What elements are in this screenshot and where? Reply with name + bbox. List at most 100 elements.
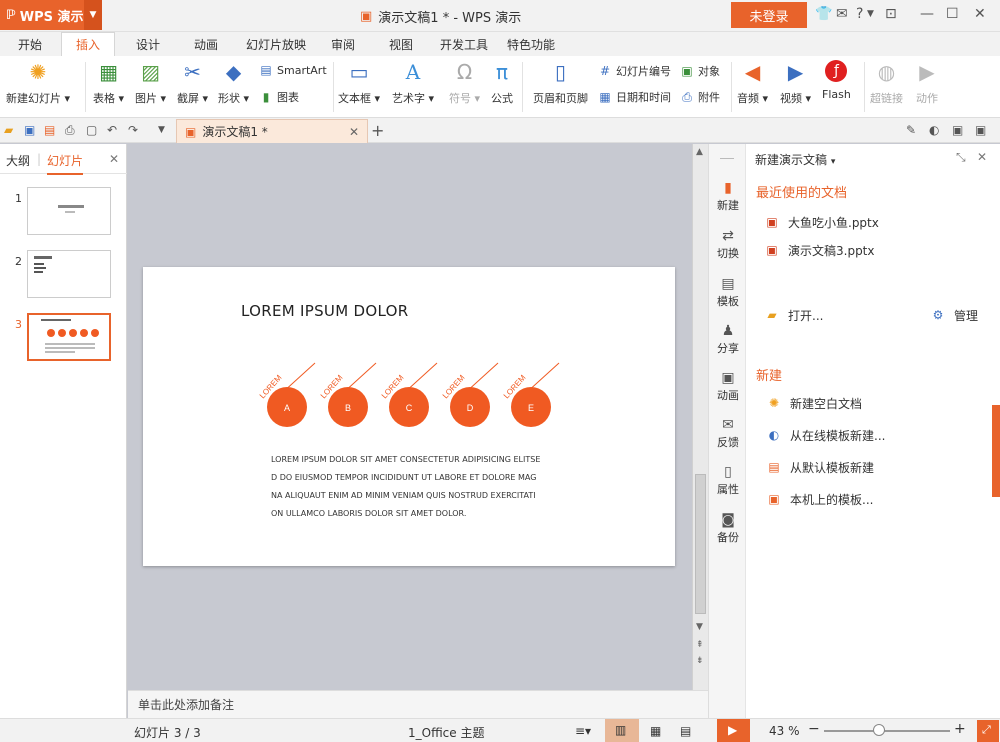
- slide-title[interactable]: LOREM IPSUM DOLOR: [241, 302, 408, 320]
- scroll-thumb[interactable]: [695, 474, 706, 614]
- circle-group-d[interactable]: D LOREM: [441, 362, 499, 427]
- zoom-out-icon[interactable]: −: [808, 721, 820, 737]
- skin-icon[interactable]: 👕: [815, 6, 832, 22]
- redo-icon[interactable]: ↷: [128, 123, 138, 137]
- zoom-level[interactable]: 43 %: [769, 724, 800, 738]
- task-pane-header[interactable]: 新建演示文稿 ▾: [755, 151, 835, 168]
- slide-thumbnail-2[interactable]: [27, 250, 111, 298]
- video-button[interactable]: ▶ 视频 ▾: [780, 56, 811, 106]
- side-nav-template[interactable]: ▤ 模板: [709, 276, 747, 309]
- new-from-online-template[interactable]: ◐ 从在线模板新建...: [766, 426, 886, 444]
- notes-pane[interactable]: 单击此处添加备注: [128, 690, 708, 718]
- theme-name[interactable]: 1_Office 主题: [408, 724, 484, 741]
- picture-button[interactable]: ▨ 图片 ▾: [135, 56, 166, 106]
- tool3-icon[interactable]: ▣: [952, 123, 963, 137]
- reading-view-icon[interactable]: ▤: [680, 724, 691, 738]
- new-from-default-template[interactable]: ▤ 从默认模板新建: [766, 458, 874, 476]
- tab-slideshow[interactable]: 幻灯片放映: [246, 36, 306, 53]
- formula-button[interactable]: π 公式: [490, 56, 514, 106]
- screenshot-button[interactable]: ✂ 截屏 ▾: [177, 56, 208, 106]
- chart-button[interactable]: ▮ 图表: [259, 89, 299, 105]
- wordart-button[interactable]: A 艺术字 ▾: [392, 56, 434, 106]
- slide-number-button[interactable]: # 幻灯片编号: [598, 63, 671, 79]
- next-slide-icon[interactable]: ⇟: [696, 656, 704, 666]
- side-nav-backup[interactable]: ◙ 备份: [709, 512, 747, 545]
- header-footer-button[interactable]: ▯ 页眉和页脚: [533, 56, 588, 106]
- shapes-button[interactable]: ◆ 形状 ▾: [218, 56, 249, 106]
- circles-graphic[interactable]: A LOREM B LOREM C LOREM D LOREM E LOREM: [243, 355, 573, 431]
- hyperlink-button[interactable]: ◍ 超链接: [870, 56, 903, 106]
- save-icon[interactable]: ▣: [24, 123, 35, 137]
- tab-developer[interactable]: 开发工具: [440, 36, 488, 53]
- textbox-button[interactable]: ▭ 文本框 ▾: [338, 56, 380, 106]
- tab-insert[interactable]: 插入: [61, 32, 115, 56]
- slide-thumbnail-3[interactable]: [27, 313, 111, 361]
- flash-button[interactable]: ƒ Flash: [822, 56, 851, 101]
- side-nav-share[interactable]: ♟ 分享: [709, 323, 747, 356]
- new-tab-plus-icon[interactable]: +: [371, 121, 384, 140]
- tab-review[interactable]: 审阅: [331, 36, 355, 53]
- slide[interactable]: LOREM IPSUM DOLOR A LOREM B LOREM C LORE…: [143, 267, 675, 566]
- notes-toggle-icon[interactable]: ≡▾: [575, 724, 591, 738]
- print-preview-icon[interactable]: ▢: [86, 123, 97, 137]
- app-menu-button[interactable]: ℙ WPS 演示 ▼: [0, 0, 102, 30]
- date-time-button[interactable]: ▦ 日期和时间: [598, 89, 671, 105]
- maximize-icon[interactable]: ☐: [946, 6, 959, 22]
- chat-icon[interactable]: ✉: [836, 6, 848, 22]
- symbol-button[interactable]: Ω 符号 ▾: [449, 56, 480, 106]
- qat-chevron-down-icon[interactable]: ▼: [158, 125, 165, 135]
- scroll-down-icon[interactable]: ▼: [696, 622, 703, 632]
- drag-handle[interactable]: [720, 158, 734, 159]
- restore-pane-icon[interactable]: ⊡: [885, 6, 897, 22]
- export-pdf-icon[interactable]: ▤: [44, 123, 55, 137]
- recent-doc-item[interactable]: ▣ 演示文稿3.pptx: [764, 241, 874, 259]
- zoom-slider-track[interactable]: [824, 730, 950, 732]
- smartart-button[interactable]: ▤ SmartArt: [259, 63, 326, 77]
- tab-start[interactable]: 开始: [18, 36, 42, 53]
- outline-tab[interactable]: 大纲: [6, 152, 30, 169]
- tab-features[interactable]: 特色功能: [507, 36, 555, 53]
- print-icon[interactable]: ⎙: [65, 123, 75, 138]
- help-chevron-icon[interactable]: ▼: [867, 9, 874, 19]
- sorter-view-icon[interactable]: ▦: [650, 724, 661, 738]
- slides-tab[interactable]: 幻灯片: [47, 152, 84, 175]
- prev-slide-icon[interactable]: ⇞: [696, 640, 704, 650]
- recent-doc-item[interactable]: ▣ 大鱼吃小鱼.pptx: [764, 213, 879, 231]
- login-button[interactable]: 未登录: [731, 2, 807, 28]
- table-button[interactable]: ▦ 表格 ▾: [93, 56, 124, 106]
- close-pane-icon[interactable]: ✕: [977, 150, 987, 164]
- side-nav-switch[interactable]: ⇄ 切换: [709, 228, 747, 261]
- side-nav-feedback[interactable]: ✉ 反馈: [709, 417, 747, 450]
- new-blank-doc[interactable]: ✺ 新建空白文档: [766, 394, 862, 412]
- circle-group-a[interactable]: A LOREM: [258, 362, 316, 427]
- scroll-up-icon[interactable]: ▲: [696, 147, 703, 157]
- play-slideshow-button[interactable]: ▶: [717, 719, 750, 742]
- object-button[interactable]: ▣ 对象: [680, 63, 720, 79]
- circle-group-c[interactable]: C LOREM: [380, 362, 438, 427]
- close-tab-icon[interactable]: ✕: [349, 125, 359, 139]
- help-button[interactable]: ?: [856, 6, 863, 22]
- document-tab[interactable]: ▣ 演示文稿1 * ✕: [176, 119, 368, 143]
- zoom-in-icon[interactable]: +: [954, 721, 966, 737]
- close-panel-icon[interactable]: ✕: [109, 152, 119, 166]
- fit-window-button[interactable]: ⤢: [977, 720, 999, 742]
- minimize-icon[interactable]: —: [920, 6, 934, 22]
- side-nav-properties[interactable]: ▯ 属性: [709, 464, 747, 497]
- tab-view[interactable]: 视图: [389, 36, 413, 53]
- slide-thumbnail-1[interactable]: [27, 187, 111, 235]
- audio-button[interactable]: ◀ 音频 ▾: [737, 56, 768, 106]
- tab-animation[interactable]: 动画: [194, 36, 218, 53]
- open-folder-icon[interactable]: ▰: [4, 123, 13, 137]
- side-nav-new[interactable]: ▮ 新建: [709, 180, 747, 213]
- close-icon[interactable]: ✕: [974, 6, 986, 22]
- tool4-icon[interactable]: ▣: [975, 123, 986, 137]
- chevron-down-icon[interactable]: ▼: [84, 0, 102, 30]
- circle-group-e[interactable]: E LOREM: [502, 362, 560, 427]
- collapse-pane-icon[interactable]: ⤡: [956, 150, 966, 165]
- tool-icon[interactable]: ✎: [906, 123, 916, 137]
- side-nav-animation[interactable]: ▣ 动画: [709, 370, 747, 403]
- new-slide-button[interactable]: ✺ 新建幻灯片 ▾: [6, 56, 70, 106]
- pane-expand-handle[interactable]: [992, 405, 1000, 497]
- attachment-button[interactable]: ⎙ 附件: [680, 89, 720, 105]
- slide-body-text[interactable]: LOREM IPSUM DOLOR SIT AMET CONSECTETUR A…: [271, 451, 540, 523]
